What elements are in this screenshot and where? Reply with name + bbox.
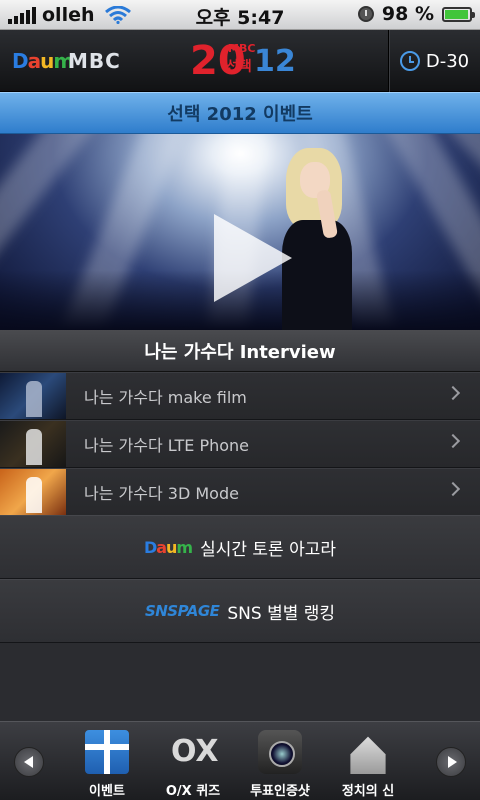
arrow-right-icon xyxy=(448,756,457,768)
thumbnail-image xyxy=(0,373,66,419)
tab-label: 정치의 신 xyxy=(341,784,395,799)
event-title: 선택 2012 이벤트 xyxy=(167,104,313,125)
logo-seontaek: 선택 xyxy=(226,59,252,75)
list-item[interactable]: 나는 가수다 LTE Phone xyxy=(0,420,480,468)
dday-label: D-30 xyxy=(425,50,470,72)
ox-quiz-icon: OX xyxy=(171,734,219,769)
chevron-right-icon xyxy=(445,481,461,497)
seontaek-2012-logo: 20 MBC 선택 12 xyxy=(190,38,296,86)
battery-icon xyxy=(442,6,475,22)
logo-12: 12 xyxy=(254,44,296,79)
event-banner[interactable]: 선택 2012 이벤트 xyxy=(0,92,480,134)
orientation-lock-icon xyxy=(357,6,374,22)
battery-percent: 98 % xyxy=(381,3,434,25)
tab-ox-quiz[interactable]: OX O/X 퀴즈 xyxy=(153,728,233,799)
carrier-name: olleh xyxy=(42,3,95,26)
clock-icon xyxy=(399,51,420,71)
dday-button[interactable]: D-30 xyxy=(388,30,480,92)
list-item-label: 나는 가수다 make film xyxy=(84,388,247,407)
next-arrow-button[interactable] xyxy=(436,747,466,777)
status-bar: olleh 오후 5:47 98 % xyxy=(0,0,480,30)
interview-list: 나는 가수다 make film 나는 가수다 LTE Phone 나는 가수다… xyxy=(0,372,480,516)
daum-logo-small: Daum xyxy=(143,537,193,557)
gift-icon xyxy=(85,730,129,774)
logo-mbc-small: MBC xyxy=(228,42,256,55)
signal-strength-icon xyxy=(8,6,36,24)
thumbnail-image xyxy=(0,421,66,467)
agora-promo-button[interactable]: Daum 실시간 토론 아고라 xyxy=(0,515,480,579)
interview-section-title: 나는 가수다 Interview xyxy=(0,330,480,372)
assembly-building-icon xyxy=(350,736,386,774)
list-item-label: 나는 가수다 LTE Phone xyxy=(84,436,250,455)
list-item[interactable]: 나는 가수다 make film xyxy=(0,372,480,420)
list-item-label: 나는 가수다 3D Mode xyxy=(84,484,239,503)
sns-ranking-label: SNS 별별 랭킹 xyxy=(227,603,336,624)
sns-ranking-button[interactable]: SNSPAGE SNS 별별 랭킹 xyxy=(0,579,480,643)
app-header: Daum MBC 20 MBC 선택 12 D-30 xyxy=(0,30,480,92)
play-icon[interactable] xyxy=(214,214,292,302)
video-player[interactable] xyxy=(0,134,480,330)
empty-area xyxy=(0,643,480,721)
agora-label: 실시간 토론 아고라 xyxy=(200,539,337,560)
bottom-tab-bar: 이벤트 OX O/X 퀴즈 투표인증샷 정치의 신 xyxy=(0,721,480,800)
tab-label: 이벤트 xyxy=(89,784,125,799)
tab-label: O/X 퀴즈 xyxy=(165,784,221,799)
tab-vote-photo[interactable]: 투표인증샷 xyxy=(240,728,320,799)
mbc-logo[interactable]: MBC xyxy=(68,49,121,73)
tab-event[interactable]: 이벤트 xyxy=(67,728,147,799)
snspage-logo: SNSPAGE xyxy=(144,602,220,620)
daum-logo[interactable]: Daum xyxy=(12,49,74,73)
chevron-right-icon xyxy=(445,385,461,401)
arrow-left-icon xyxy=(24,756,33,768)
camera-icon xyxy=(258,730,302,774)
thumbnail-image xyxy=(0,469,66,515)
tab-label: 투표인증샷 xyxy=(250,784,310,799)
tab-politics-god[interactable]: 정치의 신 xyxy=(328,728,408,799)
chevron-right-icon xyxy=(445,433,461,449)
wifi-icon xyxy=(104,5,131,24)
prev-arrow-button[interactable] xyxy=(14,747,44,777)
list-item[interactable]: 나는 가수다 3D Mode xyxy=(0,468,480,516)
